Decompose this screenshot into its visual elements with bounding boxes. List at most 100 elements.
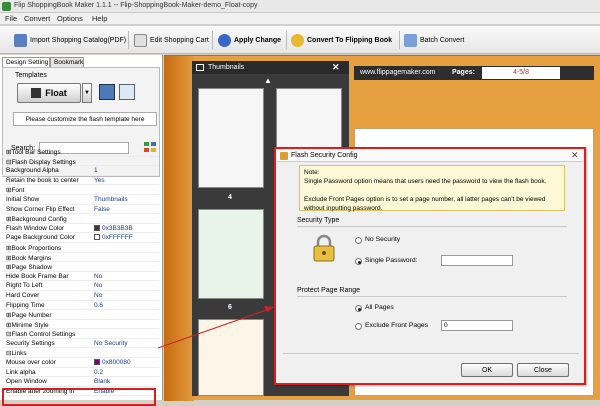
menu-bar: File Convert Options Help	[0, 13, 600, 25]
property-row[interactable]: ⊟Flash Display Settings	[2, 157, 159, 167]
property-row[interactable]: ⊞Page Shadow	[2, 262, 159, 272]
property-key: ⊞Background Config	[6, 216, 67, 224]
property-value-text: No	[94, 291, 103, 299]
property-row[interactable]: ⊞Font	[2, 185, 159, 195]
thumbnail-page-4[interactable]	[198, 88, 264, 188]
property-value-text: 1	[94, 167, 98, 175]
property-key: Show Corner Flip Effect	[6, 205, 75, 213]
property-value[interactable]: No	[94, 282, 102, 289]
property-row[interactable]: ⊞Book Margins	[2, 253, 159, 263]
property-row[interactable]: ⊞Book Proportions	[2, 243, 159, 253]
edit-template-icon[interactable]	[119, 84, 135, 100]
property-row[interactable]: Show Corner Flip Effect False	[2, 205, 159, 215]
property-value[interactable]: 0x3B3B3B	[94, 224, 133, 232]
design-panel: Design Setting Bookmark Templates Float …	[0, 55, 163, 406]
property-key: ⊟Flash Control Settings	[6, 331, 76, 339]
property-row[interactable]: Initial Show Thumbnails	[2, 195, 159, 205]
batch-convert-button[interactable]: Batch Convert	[404, 32, 464, 48]
menu-help[interactable]: Help	[92, 14, 107, 23]
save-icon[interactable]	[99, 84, 115, 100]
property-key: ⊞Book Proportions	[6, 244, 62, 252]
chevron-down-icon[interactable]: ▼	[82, 83, 92, 103]
property-row[interactable]: Link alpha 0.2	[2, 368, 159, 378]
property-value[interactable]: No	[94, 292, 102, 299]
flip-header: www.flippagemaker.com Pages: 4-5/8	[354, 66, 594, 80]
dialog-highlight-frame	[274, 147, 586, 385]
property-row[interactable]: Background Alpha 1	[2, 166, 159, 176]
property-row[interactable]: ⊟Links	[2, 348, 159, 359]
menu-options[interactable]: Options	[57, 14, 83, 23]
property-key: Security Settings	[6, 339, 55, 347]
property-row[interactable]: Flipping Time 0.6	[2, 301, 159, 311]
property-row[interactable]: ⊟Flash Control Settings	[2, 329, 159, 339]
property-value[interactable]: No	[94, 273, 102, 280]
property-row[interactable]: Open Window Blank	[2, 377, 159, 387]
thumbnail-number-6: 6	[228, 304, 232, 311]
tab-bookmark[interactable]: Bookmark	[50, 57, 84, 67]
pages-input[interactable]: 4-5/8	[482, 67, 560, 79]
thumbnail-number-4: 4	[228, 194, 232, 201]
property-row[interactable]: Hard Cover No	[2, 291, 159, 301]
property-row[interactable]: ⊞Tool Bar Settings	[2, 147, 159, 157]
property-value[interactable]: Yes	[94, 177, 105, 184]
batch-icon	[404, 33, 417, 47]
property-value[interactable]: 0xFFFFFF	[94, 234, 133, 241]
property-value-text: 0.6	[94, 301, 104, 309]
pages-label: Pages:	[452, 69, 475, 76]
close-icon[interactable]: ✕	[332, 62, 340, 73]
property-key: Flash Window Color	[6, 224, 65, 232]
toolbar-divider	[128, 31, 129, 49]
property-value-text: False	[94, 205, 110, 213]
property-list: ⊞Tool Bar Settings ⊟Flash Display Setting…	[2, 147, 159, 397]
property-row[interactable]: Page Background Color 0xFFFFFF	[2, 233, 159, 243]
property-value-text: No Security	[94, 339, 128, 347]
property-value-text: Thumbnails	[94, 195, 128, 203]
scroll-up-icon[interactable]: ▲	[264, 76, 272, 85]
property-value[interactable]: False	[94, 206, 110, 213]
cart-icon	[134, 33, 147, 47]
book-icon	[31, 88, 42, 98]
grid-icon	[196, 64, 204, 71]
property-row[interactable]: Retain the book to center Yes	[2, 176, 159, 186]
property-row[interactable]: Mouse over color 0x800080	[2, 358, 159, 368]
tab-design-setting[interactable]: Design Setting	[2, 57, 50, 67]
property-row[interactable]: ⊞Page Number	[2, 310, 159, 320]
property-value[interactable]: 0.2	[94, 369, 103, 376]
property-key: Retain the book to center	[6, 176, 79, 184]
template-select-button[interactable]: Float	[17, 83, 81, 103]
property-row[interactable]: ⊞Background Config	[2, 214, 159, 224]
property-value[interactable]: 0.6	[94, 302, 103, 309]
apply-change-button[interactable]: Apply Change	[218, 32, 281, 48]
property-key: ⊞Font	[6, 187, 25, 195]
property-key: Open Window	[6, 378, 47, 386]
menu-file[interactable]: File	[5, 14, 17, 23]
convert-flipping-book-button[interactable]: Convert To Flipping Book	[291, 32, 392, 48]
property-key: Initial Show	[6, 195, 40, 203]
property-key: Hide Book Frame Bar	[6, 272, 69, 280]
property-key: Right To Left	[6, 282, 43, 290]
thumbnail-page-8[interactable]	[198, 319, 264, 396]
property-value[interactable]: 1	[94, 167, 98, 174]
property-row[interactable]: Hide Book Frame Bar No	[2, 272, 159, 282]
property-key: ⊞Minime Style	[6, 321, 49, 329]
site-url[interactable]: www.flippagemaker.com	[360, 69, 435, 76]
property-key: Mouse over color	[6, 359, 56, 367]
property-row[interactable]: ⊞Minime Style	[2, 320, 159, 330]
color-swatch	[94, 234, 100, 241]
property-value[interactable]: No Security	[94, 340, 128, 347]
property-value[interactable]: 0x800080	[94, 359, 131, 366]
edit-shopping-cart-button[interactable]: Edit Shopping Cart	[134, 32, 209, 48]
property-value[interactable]: Thumbnails	[94, 196, 128, 203]
menu-convert[interactable]: Convert	[24, 14, 50, 23]
thumbnails-title: Thumbnails	[208, 64, 245, 71]
import-catalog-button[interactable]: Import Shopping Catalog(PDF)	[14, 32, 126, 48]
thumbnail-page-6[interactable]	[198, 209, 264, 299]
title-bar: Flip ShoppingBook Maker 1.1.1 -- Flip-Sh…	[0, 0, 600, 13]
preview-border-stripe	[164, 56, 194, 401]
property-row[interactable]: Flash Window Color 0x3B3B3B	[2, 224, 159, 234]
property-row[interactable]: Security Settings No Security	[2, 339, 159, 349]
property-value-text: Blank	[94, 378, 111, 386]
customize-template-button[interactable]: Please customize the flash template here	[13, 112, 157, 126]
property-value[interactable]: Blank	[94, 378, 110, 385]
property-row[interactable]: Right To Left No	[2, 281, 159, 291]
